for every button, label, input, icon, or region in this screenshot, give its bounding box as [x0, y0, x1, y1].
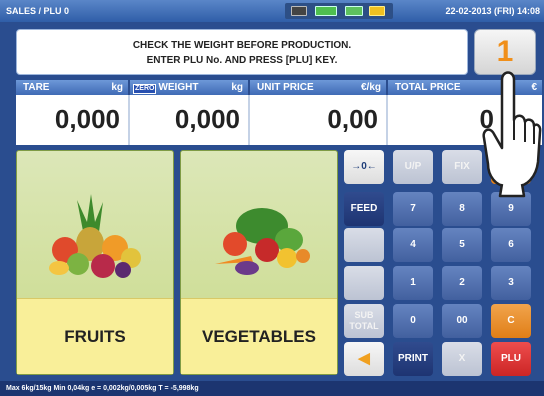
key-8[interactable]: 8: [442, 192, 482, 226]
category-vegetables[interactable]: VEGETABLES: [180, 150, 338, 375]
back-arrow-key[interactable]: ◀: [344, 342, 384, 376]
fruits-icon: [49, 194, 141, 278]
top-status-bar: SALES / PLU 0 22-02-2013 (FRI) 14:08: [0, 0, 544, 22]
status-icons-group: [285, 3, 393, 19]
blank-key-1[interactable]: [344, 228, 384, 262]
pointing-hand-icon: [482, 71, 542, 198]
subtotal-line-1: SUB: [354, 310, 374, 320]
key-6[interactable]: 6: [491, 228, 531, 262]
instruction-message: CHECK THE WEIGHT BEFORE PRODUCTION. ENTE…: [16, 29, 468, 75]
cable-icon: [369, 6, 385, 16]
mode-label: SALES / PLU 0: [6, 6, 70, 16]
unit-price-value: 0,00: [250, 95, 388, 145]
unit-price-unit: €/kg: [360, 82, 381, 93]
tare-header: TARE kg: [16, 80, 128, 95]
message-line-2: ENTER PLU No. AND PRESS [PLU] KEY.: [146, 55, 338, 66]
key-7[interactable]: 7: [393, 192, 433, 226]
screen-icon: [315, 6, 337, 16]
key-00[interactable]: 00: [442, 304, 482, 338]
total-price-label: TOTAL PRICE: [395, 82, 461, 93]
scale-specs-footer: Max 6kg/15kg Min 0,04kg e = 0,002kg/0,00…: [0, 381, 544, 396]
blank-key-2[interactable]: [344, 266, 384, 300]
fruits-label: FRUITS: [17, 298, 173, 374]
tare-label: TARE: [23, 82, 50, 93]
weight-header-content: ZERO WEIGHT: [133, 82, 198, 94]
zero-set-key[interactable]: →0←: [344, 150, 384, 184]
weight-unit: kg: [231, 82, 243, 93]
unit-price-label: UNIT PRICE: [257, 82, 314, 93]
key-2[interactable]: 2: [442, 266, 482, 300]
vegetables-label: VEGETABLES: [181, 298, 337, 374]
zero-badge: ZERO: [133, 84, 157, 94]
scale-screen: SALES / PLU 0 22-02-2013 (FRI) 14:08 CHE…: [0, 0, 544, 396]
date-time: 22-02-2013 (FRI) 14:08: [445, 6, 540, 16]
key-3[interactable]: 3: [491, 266, 531, 300]
print-key[interactable]: PRINT: [393, 342, 433, 376]
plu-key[interactable]: PLU: [491, 342, 531, 376]
subtotal-key[interactable]: SUB TOTAL: [344, 304, 384, 338]
monitor-icon: [291, 6, 307, 16]
weight-value: 0,000: [130, 95, 250, 145]
message-line-1: CHECK THE WEIGHT BEFORE PRODUCTION.: [132, 40, 352, 51]
tare-unit: kg: [111, 82, 123, 93]
category-fruits[interactable]: FRUITS: [16, 150, 174, 375]
x-key[interactable]: X: [442, 342, 482, 376]
weight-header: ZERO WEIGHT kg: [130, 80, 248, 95]
unit-price-header: UNIT PRICE €/kg: [250, 80, 386, 95]
unit-price-key[interactable]: U/P: [393, 150, 433, 184]
battery-icon: [345, 6, 363, 16]
key-0[interactable]: 0: [393, 304, 433, 338]
subtotal-line-2: TOTAL: [349, 321, 379, 331]
clear-key[interactable]: C: [491, 304, 531, 338]
vegetables-icon: [215, 208, 310, 275]
key-4[interactable]: 4: [393, 228, 433, 262]
tare-value: 0,000: [16, 95, 130, 145]
feed-key[interactable]: FEED: [344, 192, 384, 226]
weight-label: WEIGHT: [158, 82, 199, 93]
fix-key[interactable]: FIX: [442, 150, 482, 184]
key-1[interactable]: 1: [393, 266, 433, 300]
key-5[interactable]: 5: [442, 228, 482, 262]
